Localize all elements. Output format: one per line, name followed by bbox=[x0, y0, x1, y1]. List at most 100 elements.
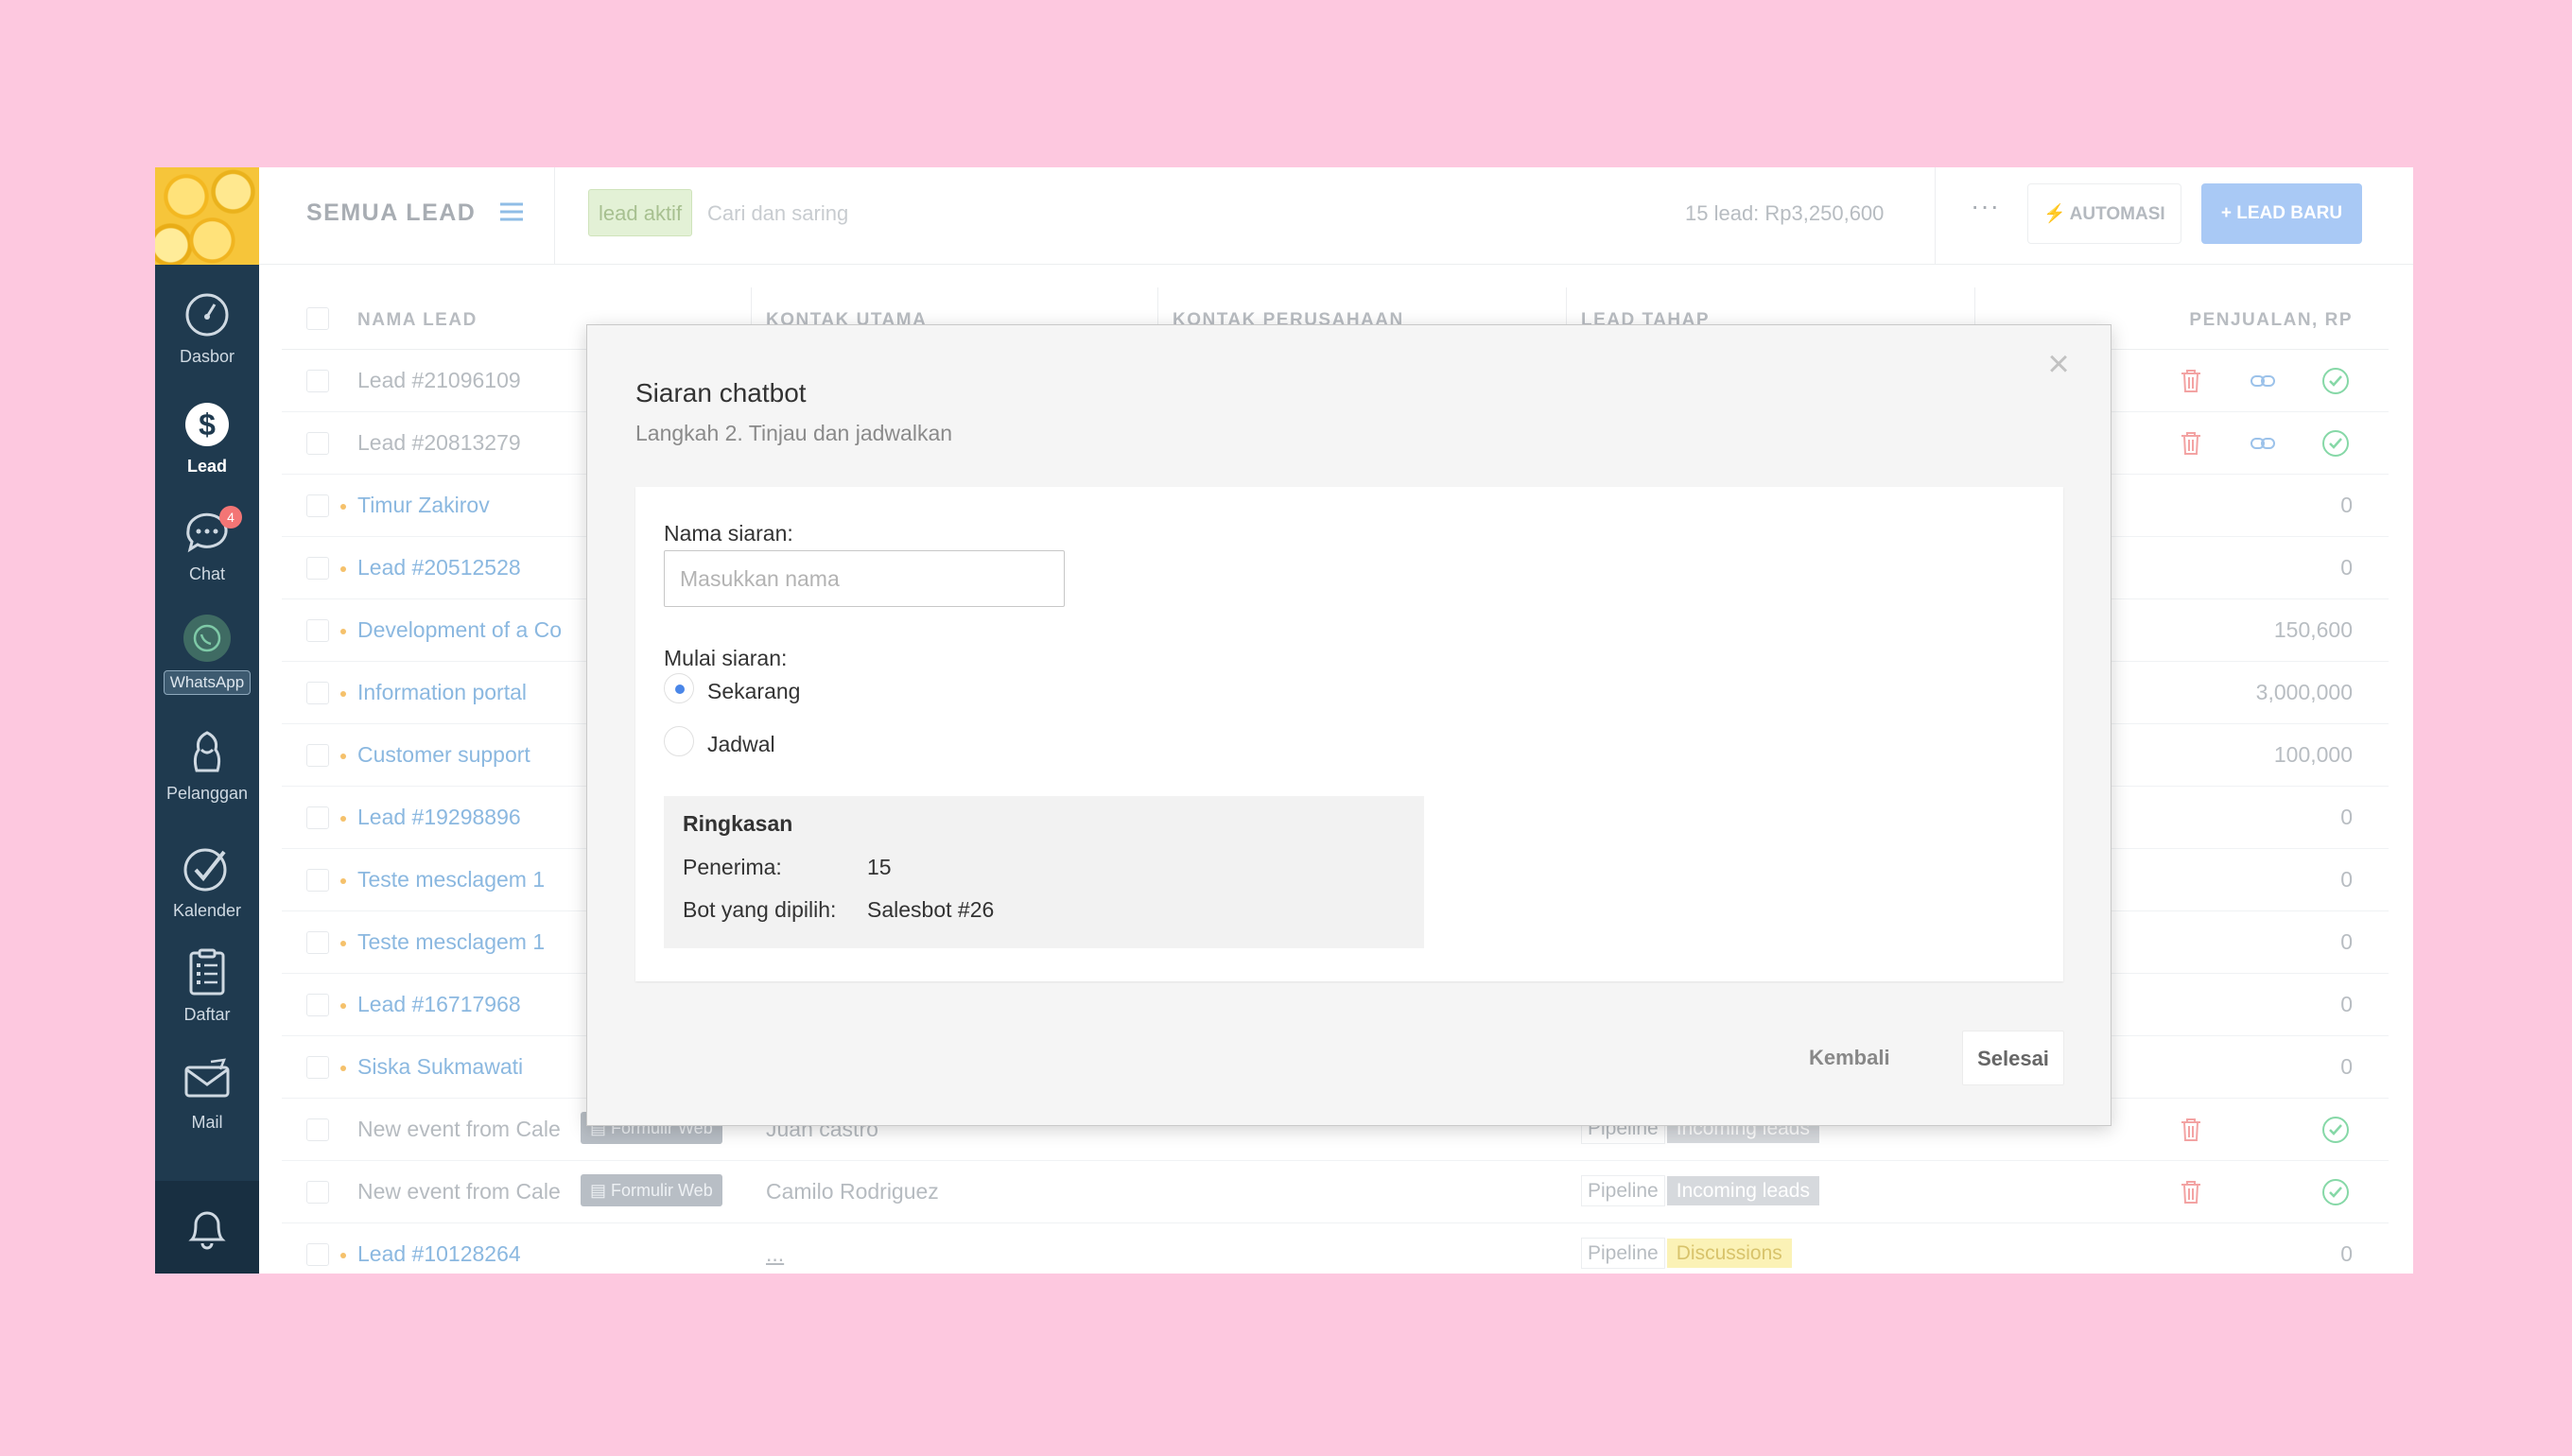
row-checkbox[interactable] bbox=[306, 370, 329, 392]
lead-name[interactable]: Lead #16717968 bbox=[340, 992, 521, 1017]
sidebar-item-kalender[interactable]: Kalender bbox=[155, 844, 259, 921]
more-options-button[interactable]: ··· bbox=[1971, 191, 2000, 221]
lead-name[interactable]: Lead #20512528 bbox=[340, 555, 521, 581]
row-checkbox[interactable] bbox=[306, 994, 329, 1016]
sidebar-item-lead[interactable]: $ Lead bbox=[155, 400, 259, 477]
row-checkbox[interactable] bbox=[306, 1056, 329, 1079]
lead-name[interactable]: Development of a Co bbox=[339, 617, 562, 643]
sales-amount: 100,000 bbox=[2273, 742, 2353, 767]
lead-name[interactable]: Lead #21096109 bbox=[357, 368, 521, 393]
sales-amount: 0 bbox=[2340, 867, 2353, 892]
calendar-check-icon bbox=[183, 848, 227, 892]
sales-amount: 0 bbox=[2340, 929, 2353, 954]
link-icon[interactable] bbox=[2249, 367, 2277, 395]
back-button[interactable]: Kembali bbox=[1809, 1031, 1890, 1085]
sales-amount: 3,000,000 bbox=[2255, 680, 2353, 704]
lead-stage[interactable]: Pipeline Discussions bbox=[1581, 1237, 1792, 1271]
active-filter-tag[interactable]: lead aktif bbox=[588, 189, 693, 236]
source-tag: ▤ Formulir Web bbox=[581, 1174, 722, 1206]
sales-amount: 0 bbox=[2340, 555, 2353, 580]
sidebar-item-label: Lead bbox=[186, 457, 227, 476]
row-checkbox[interactable] bbox=[306, 1243, 329, 1266]
confirm-icon[interactable] bbox=[2321, 1178, 2350, 1206]
row-checkbox[interactable] bbox=[306, 494, 329, 517]
row-checkbox[interactable] bbox=[306, 744, 329, 767]
hamburger-menu-icon[interactable] bbox=[497, 198, 526, 226]
sidebar-item-whatsapp[interactable]: WhatsApp bbox=[155, 614, 259, 695]
sales-amount: 0 bbox=[2340, 805, 2353, 829]
select-all-checkbox[interactable] bbox=[306, 307, 329, 330]
mail-icon bbox=[184, 1058, 230, 1098]
confirm-icon[interactable] bbox=[2321, 429, 2350, 458]
chatbot-broadcast-dialog: × Siaran chatbot Langkah 2. Tinjau dan j… bbox=[586, 324, 2111, 1126]
delete-icon[interactable] bbox=[2177, 367, 2205, 395]
sales-amount: 150,600 bbox=[2273, 617, 2353, 642]
lead-name[interactable]: Customer support bbox=[340, 742, 530, 768]
lead-name[interactable]: Teste mesclagem 1 bbox=[339, 867, 545, 893]
recipients-value: 15 bbox=[867, 855, 892, 879]
lead-summary: 15 lead: Rp3,250,600 bbox=[1685, 201, 1885, 225]
customers-icon bbox=[193, 731, 221, 772]
row-checkbox[interactable] bbox=[306, 682, 329, 704]
new-lead-button[interactable]: + LEAD BARU bbox=[2201, 183, 2362, 244]
row-checkbox[interactable] bbox=[306, 619, 329, 642]
delete-icon[interactable] bbox=[2177, 1116, 2205, 1144]
row-checkbox[interactable] bbox=[306, 557, 329, 580]
selected-bot-value: Salesbot #26 bbox=[867, 897, 995, 922]
main-contact[interactable]: Camilo Rodriguez bbox=[766, 1179, 939, 1205]
column-header-name[interactable]: NAMA LEAD bbox=[357, 310, 478, 331]
lead-name[interactable]: New event from Cale bbox=[357, 1117, 561, 1142]
recipients-label: Penerima: bbox=[683, 855, 782, 879]
account-avatar[interactable] bbox=[155, 167, 259, 265]
list-icon bbox=[189, 948, 225, 996]
sidebar-item-chat[interactable]: 4 Chat bbox=[155, 506, 259, 584]
lead-name[interactable]: Lead #19298896 bbox=[340, 805, 521, 830]
link-icon[interactable] bbox=[2249, 429, 2277, 458]
sidebar-item-daftar[interactable]: Daftar bbox=[155, 948, 259, 1025]
source-tag-label: Formulir Web bbox=[611, 1181, 713, 1200]
lightning-icon: ⚡ bbox=[2043, 204, 2066, 224]
row-checkbox[interactable] bbox=[306, 931, 329, 954]
radio-schedule[interactable] bbox=[664, 726, 694, 756]
main-contact[interactable]: ... bbox=[766, 1241, 784, 1267]
radio-now[interactable] bbox=[664, 673, 694, 703]
lead-stage[interactable]: Pipeline Incoming leads bbox=[1581, 1174, 1819, 1208]
sales-amount: 0 bbox=[2340, 493, 2353, 517]
delete-icon[interactable] bbox=[2177, 1178, 2205, 1206]
lead-name[interactable]: Information portal bbox=[340, 680, 527, 705]
broadcast-name-input[interactable] bbox=[664, 550, 1065, 607]
whatsapp-icon bbox=[183, 615, 231, 662]
radio-now-label[interactable]: Sekarang bbox=[707, 679, 800, 704]
dashboard-icon bbox=[185, 293, 229, 337]
lead-name[interactable]: Lead #20813279 bbox=[357, 430, 521, 456]
search-input[interactable]: Cari dan saring bbox=[707, 201, 848, 226]
divider bbox=[1935, 167, 1936, 265]
row-checkbox[interactable] bbox=[306, 1118, 329, 1141]
table-row[interactable]: New event from Cale ▤ Formulir Web Camil… bbox=[282, 1161, 2389, 1223]
lead-name[interactable]: Teste mesclagem 1 bbox=[339, 929, 545, 955]
automation-button[interactable]: ⚡ AUTOMASI bbox=[2027, 183, 2181, 244]
sidebar-item-label: Kalender bbox=[172, 901, 242, 920]
lead-name[interactable]: Siska Sukmawati bbox=[339, 1054, 523, 1080]
sidebar-item-mail[interactable]: Mail bbox=[155, 1056, 259, 1133]
done-button[interactable]: Selesai bbox=[1962, 1031, 2064, 1085]
sidebar-item-dasbor[interactable]: Dasbor bbox=[155, 290, 259, 367]
pipeline-label: Pipeline bbox=[1581, 1238, 1665, 1269]
notifications-button[interactable] bbox=[155, 1181, 259, 1274]
row-checkbox[interactable] bbox=[306, 432, 329, 455]
row-checkbox[interactable] bbox=[306, 806, 329, 829]
sidebar-item-pelanggan[interactable]: Pelanggan bbox=[155, 727, 259, 804]
delete-icon[interactable] bbox=[2177, 429, 2205, 458]
table-row[interactable]: Lead #10128264 ... Pipeline Discussions 0 bbox=[282, 1223, 2389, 1274]
close-button[interactable]: × bbox=[2044, 345, 2073, 383]
row-checkbox[interactable] bbox=[306, 869, 329, 892]
lead-name[interactable]: New event from Cale bbox=[357, 1179, 561, 1205]
row-checkbox[interactable] bbox=[306, 1181, 329, 1204]
lead-name[interactable]: Lead #10128264 bbox=[340, 1241, 521, 1267]
sales-amount: 0 bbox=[2340, 992, 2353, 1016]
radio-schedule-label[interactable]: Jadwal bbox=[707, 732, 775, 757]
confirm-icon[interactable] bbox=[2321, 367, 2350, 395]
confirm-icon[interactable] bbox=[2321, 1116, 2350, 1144]
lead-name[interactable]: Timur Zakirov bbox=[340, 493, 490, 518]
column-header-sales[interactable]: PENJUALAN, RP bbox=[2189, 310, 2353, 331]
